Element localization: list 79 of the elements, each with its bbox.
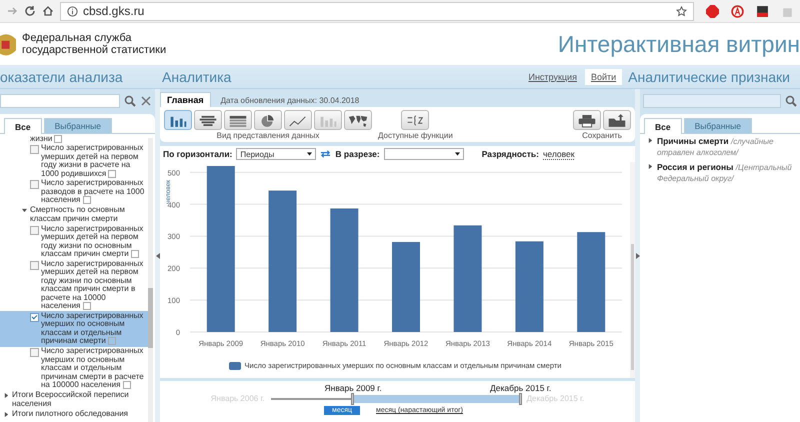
search-field[interactable] [643,94,781,108]
export-view-button[interactable] [603,110,631,130]
unit-link[interactable]: человек [542,148,574,160]
swap-icon[interactable] [320,150,332,158]
nav-link[interactable]: Войти [584,68,622,84]
checkbox[interactable] [30,180,39,190]
search-icon[interactable] [124,95,136,107]
search-icon[interactable] [785,95,797,107]
panel-title: Аналитические признаки [628,68,790,84]
site-title: Интерактивная витрин [558,30,800,58]
control-label: В разрезе: [335,149,380,159]
expand-arrow-icon[interactable] [648,138,653,143]
map-view-button[interactable] [344,110,372,130]
help-icon[interactable] [54,134,62,142]
scrollbar[interactable] [630,162,635,378]
control-label: По горизонтали: [163,149,232,159]
caret-icon [307,152,312,156]
tree-group[interactable]: Итоги пилотного обследования [12,410,128,419]
home-icon[interactable] [42,5,54,17]
info-icon [67,6,78,16]
pie-view-button[interactable] [254,110,282,130]
control-label: Разрядность: [482,149,539,159]
tab[interactable]: Все [644,118,682,134]
circle-icon[interactable] [731,4,744,18]
expand-arrow-icon[interactable] [4,393,9,398]
stacked-view-button[interactable] [194,110,222,130]
tree-group[interactable]: Смертность по основным классам причин смерти [30,206,146,224]
toolbar-group-label: Сохранить [582,131,622,140]
nav-link[interactable]: Инструкция [522,68,583,84]
print-icon [576,112,598,128]
checkbox[interactable] [30,226,39,235]
tree-item[interactable]: Число зарегистрированных умерших детей на первом году жизни по основным классам причин смерти [0,224,148,260]
expand-arrow-icon[interactable] [22,208,27,214]
tree-item[interactable]: Число зарегистрированных умерших по основным классам и отдельным причинам смерти в расчете на 100000 населения [0,346,148,390]
line-view-button[interactable] [284,110,312,130]
tab[interactable]: Все [4,118,42,134]
range-label: Январь 2009 г. [324,382,382,392]
range-label: Декабрь 2015 г. [490,382,552,392]
toolbar-group-label: Доступные функции [378,131,453,140]
panel-title: Аналитика [162,68,232,84]
tree-group[interactable]: Итоги Всероссийской переписи населения [12,391,146,408]
range-handle[interactable] [351,392,354,404]
star-icon[interactable] [676,6,687,16]
tree-item[interactable]: Число зарегистрированных умерших детей на первом году жизни по основным классам причин смерти в расчете на 10000 населения [0,259,148,312]
range-handle[interactable] [518,392,522,404]
caret-icon [454,152,460,156]
table-view-button[interactable] [224,110,252,130]
toolbar-group-label: Вид представления данных [216,131,320,140]
tree-item[interactable]: Число зарегистрированных умерших детей на первом году жизни в расчете на 1000 родившихся [0,144,148,179]
update-date: Дата обновления данных: 30.04.2018 [220,96,360,107]
close-icon[interactable] [140,95,152,107]
tab[interactable]: Главная [160,92,211,107]
tree-item-text: жизни [30,134,52,143]
dropdown[interactable] [384,148,464,160]
export-icon [606,112,628,128]
address-bar[interactable]: cbsd.gks.ru [60,2,694,20]
expand-arrow-icon[interactable] [636,252,640,258]
tree-item[interactable]: Число зарегистрированных разводов в расчете на 1000 населения [0,178,148,206]
tree-item[interactable]: Число зарегистрированных умерших по основным классам и отдельным причинам смерти [0,311,148,347]
attribute-item[interactable]: Причины смерти /случайные отравлен алкоголем/ [657,136,796,158]
search-field[interactable] [0,94,120,108]
reload-icon[interactable] [24,5,36,17]
collapse-arrow-icon[interactable] [156,252,160,258]
formula-view-button[interactable] [401,110,430,130]
columns-view-button[interactable] [164,110,192,130]
expand-arrow-icon[interactable] [648,164,653,169]
checkbox[interactable] [30,145,39,154]
checkbox[interactable] [30,348,39,358]
panel-title: оказатели анализа [0,68,124,84]
checkbox[interactable] [30,260,39,270]
extension-icon[interactable] [756,4,769,18]
dropdown[interactable]: Периоды [236,148,316,160]
scrollbar-thumb[interactable] [148,288,153,348]
checkbox[interactable] [30,312,39,322]
print-view-button[interactable] [573,110,601,130]
expand-arrow-icon[interactable] [4,412,9,418]
stop-sign-icon[interactable] [706,4,719,18]
attribute-item[interactable]: Россия и регионы /Центральный Федеральный округ/ [657,162,796,184]
organization-name: Федеральная служба государственной статистики [22,32,166,56]
